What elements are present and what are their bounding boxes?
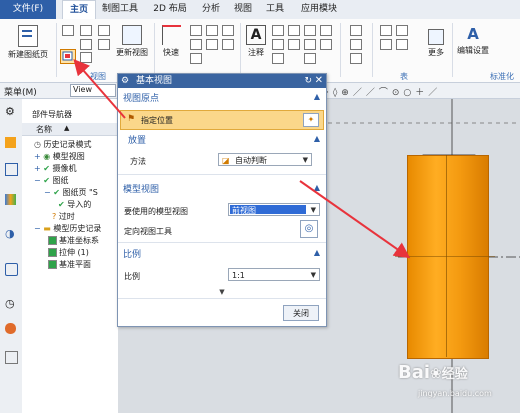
watermark-brand-text-2: 经验 [441,367,468,382]
watermark-brand-text: Bai [398,362,431,383]
annotation-arrows [73,58,411,259]
paw-icon: ❀ [430,366,442,382]
watermark-brand: Bai❀经验 [398,362,468,383]
arrow-to-base-view [73,58,126,119]
arrow-to-part [299,180,411,259]
watermark-url: jingyan.baidu.com [418,389,492,398]
